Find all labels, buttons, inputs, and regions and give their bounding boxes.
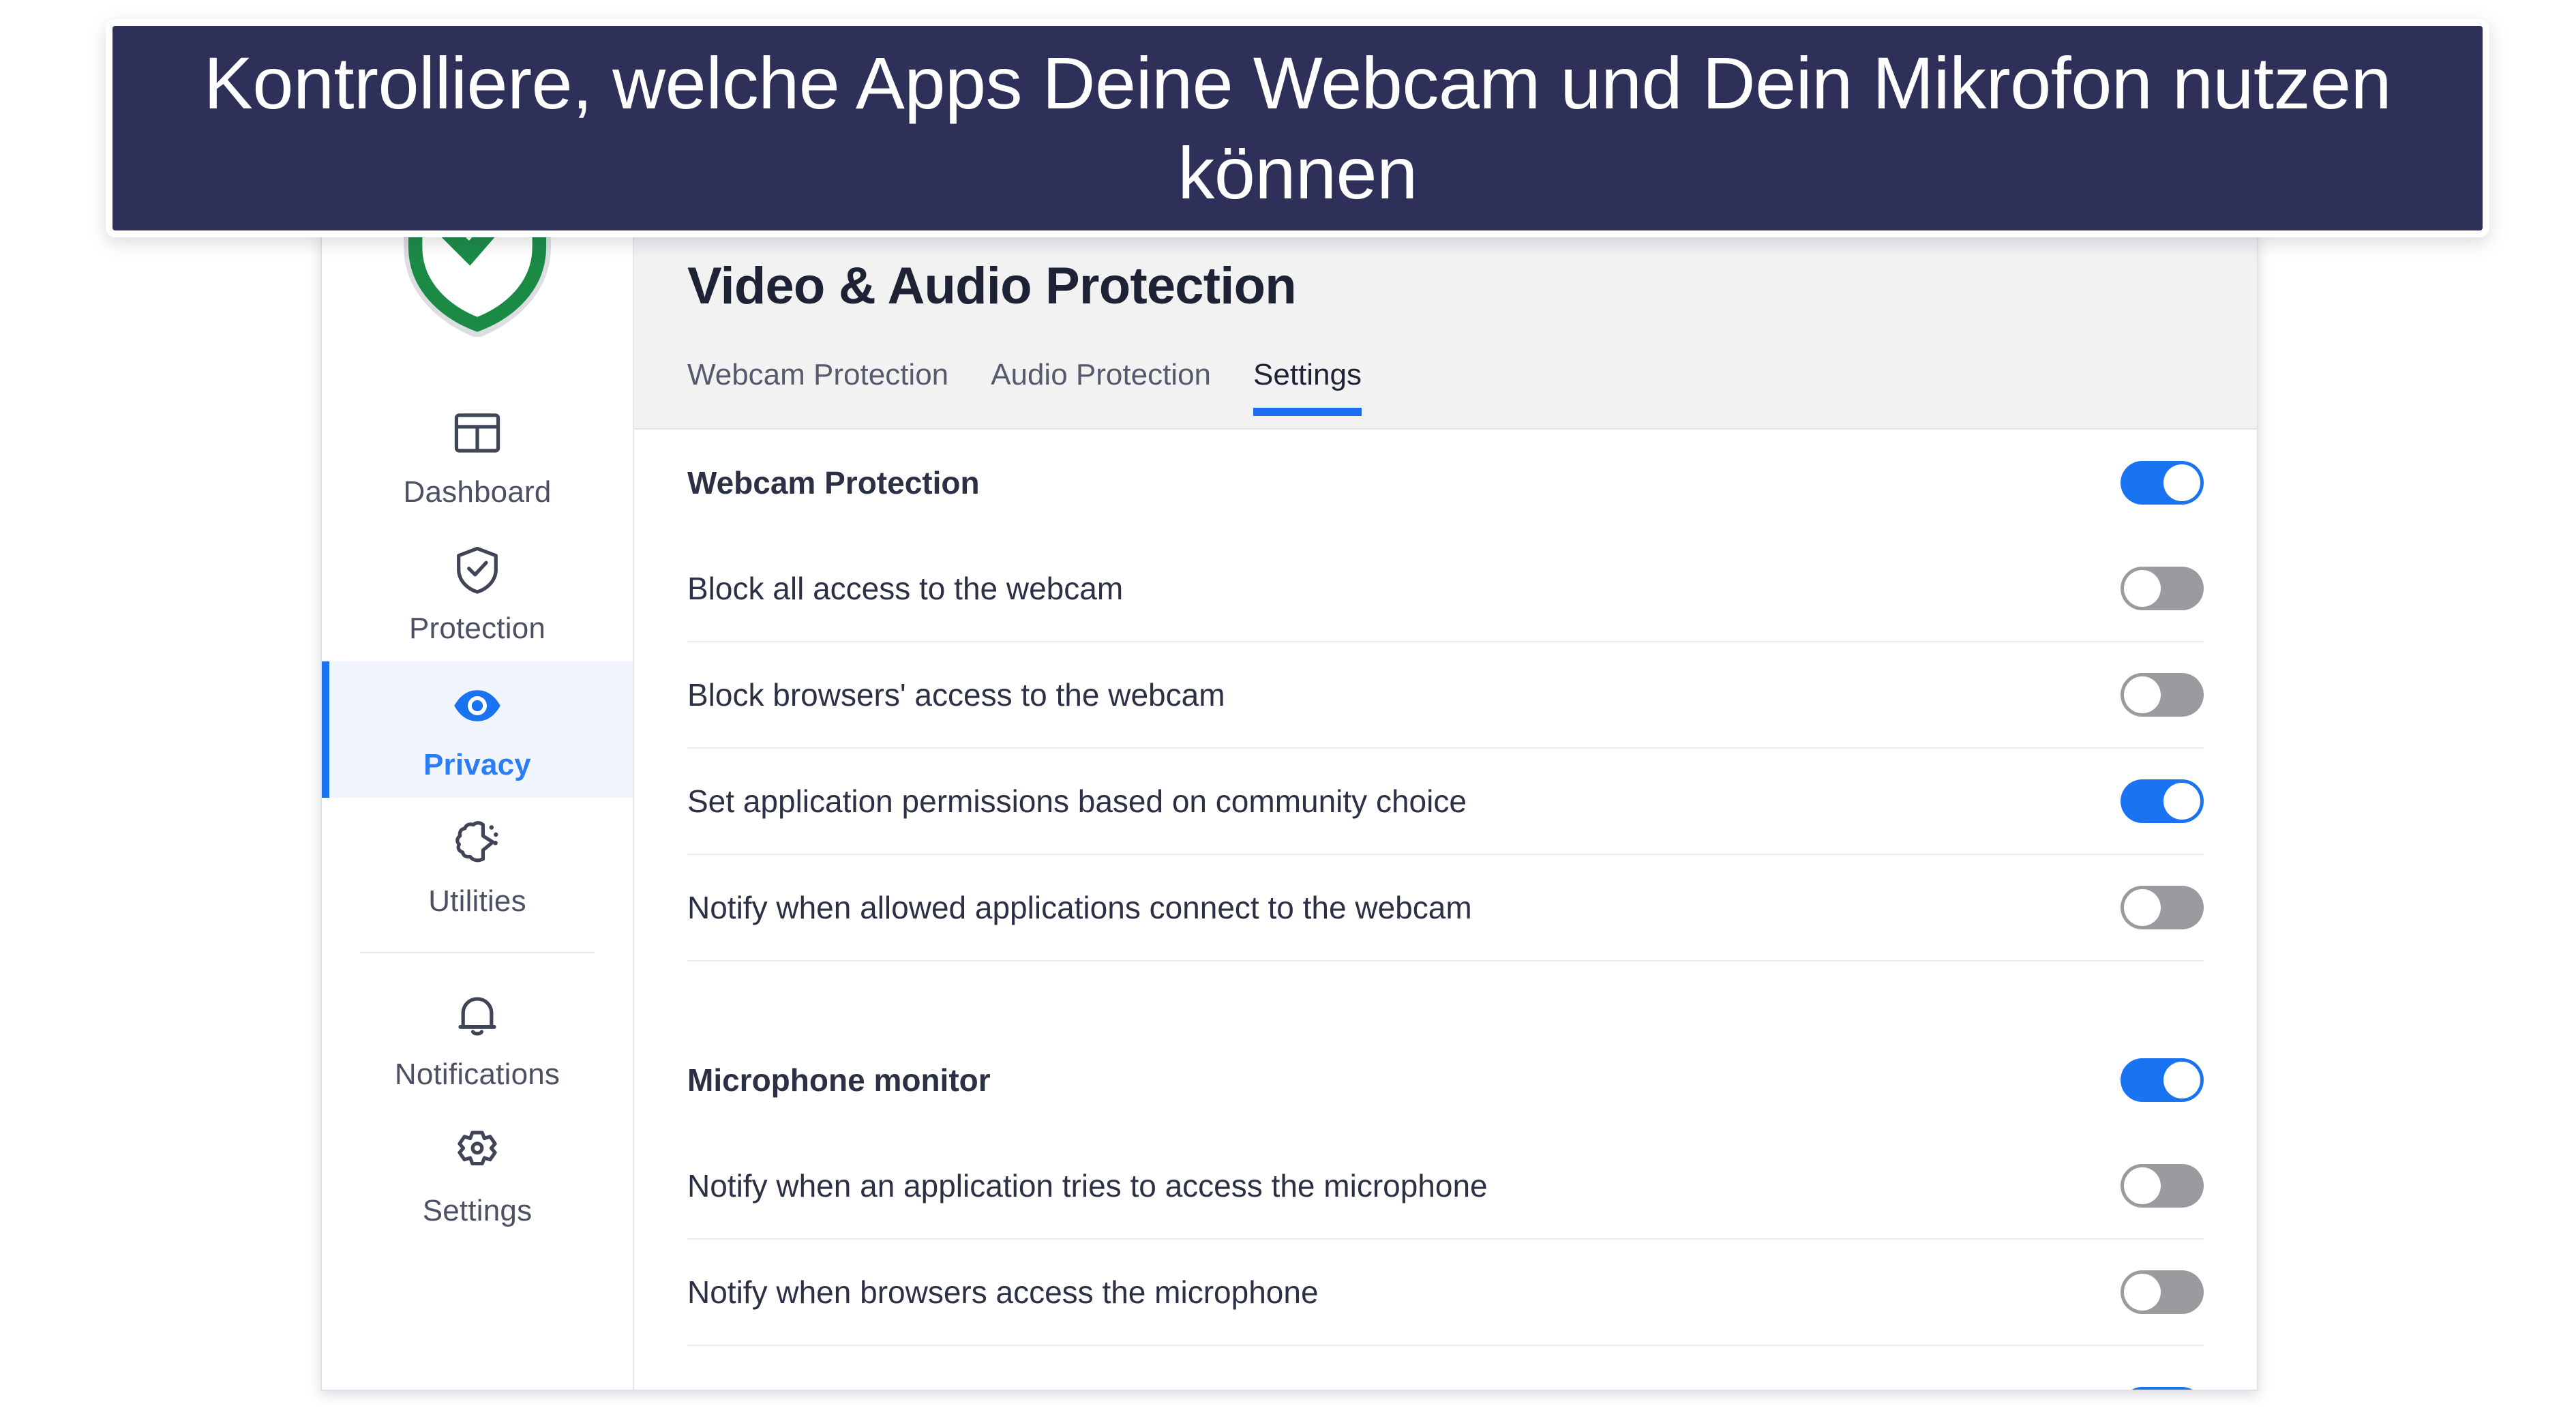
setting-label: Block all access to the webcam bbox=[687, 571, 1124, 606]
screenshot-root: Dashboard Protection Privacy Utilities N… bbox=[0, 0, 2576, 1421]
toggle-block-browsers-access[interactable] bbox=[2121, 673, 2204, 717]
toggle-webcam-protection[interactable] bbox=[2121, 461, 2204, 505]
toggle-clipped-row[interactable] bbox=[2121, 1387, 2204, 1390]
sidebar-item-label: Dashboard bbox=[403, 475, 552, 509]
sidebar-item-protection[interactable]: Protection bbox=[322, 525, 633, 661]
tab-bar: Webcam Protection Audio Protection Setti… bbox=[687, 348, 2257, 416]
tab-settings[interactable]: Settings bbox=[1253, 360, 1362, 416]
caption-banner: Kontrolliere, welche Apps Deine Webcam u… bbox=[106, 19, 2489, 237]
toggle-notify-browsers-microphone[interactable] bbox=[2121, 1270, 2204, 1314]
toggle-knob bbox=[2163, 464, 2200, 501]
sidebar-item-label: Notifications bbox=[394, 1058, 560, 1091]
sidebar-item-settings[interactable]: Settings bbox=[322, 1107, 633, 1244]
sidebar-item-label: Protection bbox=[408, 612, 546, 645]
setting-label: Notify when browsers access the micropho… bbox=[687, 1274, 1319, 1310]
setting-row-block-browsers-access: Block browsers' access to the webcam bbox=[687, 642, 2204, 749]
toggle-knob bbox=[2163, 1062, 2200, 1098]
setting-row-clipped bbox=[687, 1346, 2204, 1390]
toggle-knob bbox=[2124, 889, 2161, 926]
toggle-knob bbox=[2124, 1274, 2161, 1311]
setting-label: Microphone monitor bbox=[687, 1062, 991, 1098]
toggle-notify-webcam-connect[interactable] bbox=[2121, 886, 2204, 929]
page-header: Video & Audio Protection Webcam Protecti… bbox=[634, 230, 2257, 430]
tab-webcam-protection[interactable]: Webcam Protection bbox=[687, 360, 948, 416]
toggle-microphone-monitor[interactable] bbox=[2121, 1058, 2204, 1102]
tab-audio-protection[interactable]: Audio Protection bbox=[991, 360, 1211, 416]
sidebar-item-dashboard[interactable]: Dashboard bbox=[322, 389, 633, 525]
shield-check-icon bbox=[457, 546, 498, 594]
antivirus-app-window: Dashboard Protection Privacy Utilities N… bbox=[320, 229, 2258, 1391]
toggle-knob bbox=[2124, 570, 2161, 607]
toggle-community-permissions[interactable] bbox=[2121, 779, 2204, 823]
toggle-knob bbox=[2163, 783, 2200, 820]
setting-row-microphone-monitor: Microphone monitor bbox=[687, 1027, 2204, 1133]
green-shield-check-logo bbox=[404, 230, 551, 337]
sidebar-divider bbox=[360, 952, 595, 953]
setting-row-notify-app-microphone: Notify when an application tries to acce… bbox=[687, 1133, 2204, 1240]
setting-label: Set application permissions based on com… bbox=[687, 783, 1467, 819]
dashboard-layout-icon bbox=[454, 413, 500, 453]
setting-label: Webcam Protection bbox=[687, 465, 980, 500]
settings-list: Webcam Protection Block all access to th… bbox=[634, 430, 2257, 1390]
gear-icon bbox=[458, 1131, 497, 1166]
bell-icon bbox=[458, 997, 496, 1036]
setting-label: Block browsers' access to the webcam bbox=[687, 677, 1225, 713]
sidebar-item-notifications[interactable]: Notifications bbox=[322, 971, 633, 1107]
setting-label: Notify when an application tries to acce… bbox=[687, 1168, 1488, 1203]
settings-group-microphone: Microphone monitor Notify when an applic… bbox=[687, 1027, 2204, 1390]
toggle-notify-app-microphone[interactable] bbox=[2121, 1164, 2204, 1208]
main-content: Video & Audio Protection Webcam Protecti… bbox=[634, 230, 2257, 1390]
sidebar-item-label: Utilities bbox=[428, 884, 526, 918]
setting-row-webcam-protection: Webcam Protection bbox=[687, 430, 2204, 536]
sidebar-item-label: Privacy bbox=[423, 748, 531, 781]
setting-row-community-permissions: Set application permissions based on com… bbox=[687, 749, 2204, 855]
puzzle-sparkle-icon bbox=[455, 821, 498, 863]
toggle-knob bbox=[2124, 676, 2161, 713]
eye-icon bbox=[454, 690, 500, 721]
setting-label: Notify when allowed applications connect… bbox=[687, 890, 1472, 925]
setting-row-notify-browsers-microphone: Notify when browsers access the micropho… bbox=[687, 1240, 2204, 1346]
setting-row-block-all-access: Block all access to the webcam bbox=[687, 536, 2204, 642]
setting-row-notify-webcam-connect: Notify when allowed applications connect… bbox=[687, 855, 2204, 961]
sidebar-item-list: Dashboard Protection Privacy Utilities N… bbox=[322, 230, 633, 1244]
toggle-knob bbox=[2124, 1167, 2161, 1204]
sidebar-item-utilities[interactable]: Utilities bbox=[322, 798, 633, 934]
page-title: Video & Audio Protection bbox=[687, 257, 1297, 315]
toggle-block-all-access[interactable] bbox=[2121, 567, 2204, 610]
sidebar-item-label: Settings bbox=[422, 1194, 533, 1227]
sidebar-item-privacy[interactable]: Privacy bbox=[322, 661, 633, 798]
caption-banner-text: Kontrolliere, welche Apps Deine Webcam u… bbox=[203, 42, 2392, 214]
sidebar-navigation: Dashboard Protection Privacy Utilities N… bbox=[322, 230, 634, 1390]
settings-group-webcam: Webcam Protection Block all access to th… bbox=[687, 430, 2204, 961]
